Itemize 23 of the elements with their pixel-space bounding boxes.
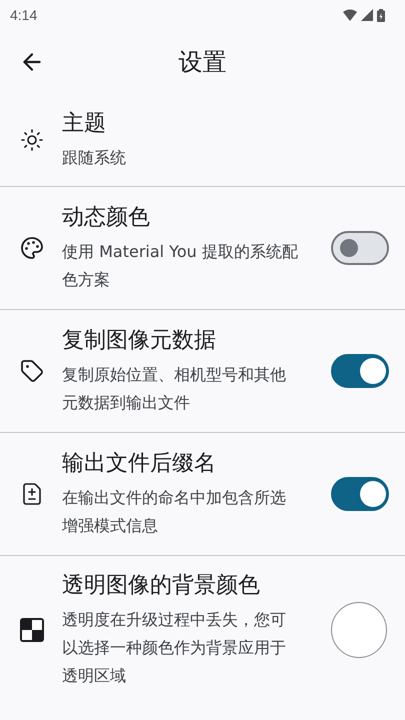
toggle-switch[interactable] [331,354,389,388]
palette-icon [20,236,44,260]
toggle-switch[interactable] [331,477,389,511]
setting-title: 输出文件后缀名 [62,450,217,478]
setting-title: 主题 [62,110,107,138]
checkerboard-icon [19,617,45,643]
setting-description: 复制原始位置、相机型号和其他元数据到输出文件 [62,364,287,414]
setting-description: 在输出文件的命名中加包含所选增强模式信息 [62,487,287,537]
setting-title: 透明图像的背景颜色 [62,572,261,600]
status-time: 4:14 [10,7,38,23]
wifi-icon [343,9,357,21]
setting-title: 动态颜色 [62,204,151,232]
signal-icon [361,9,373,21]
setting-description: 使用 Material You 提取的系统配色方案 [62,241,298,291]
setting-title: 复制图像元数据 [62,327,217,355]
setting-description: 透明度在升级过程中丢失，您可以选择一种颜色作为背景应用于透明区域 [62,609,287,687]
battery-icon [377,8,385,22]
page-title: 设置 [178,47,226,78]
toggle-switch[interactable] [331,231,389,265]
tag-icon [20,359,44,383]
setting-description: 跟随系统 [62,147,127,169]
file-icon [20,482,44,506]
sun-icon [20,128,44,152]
